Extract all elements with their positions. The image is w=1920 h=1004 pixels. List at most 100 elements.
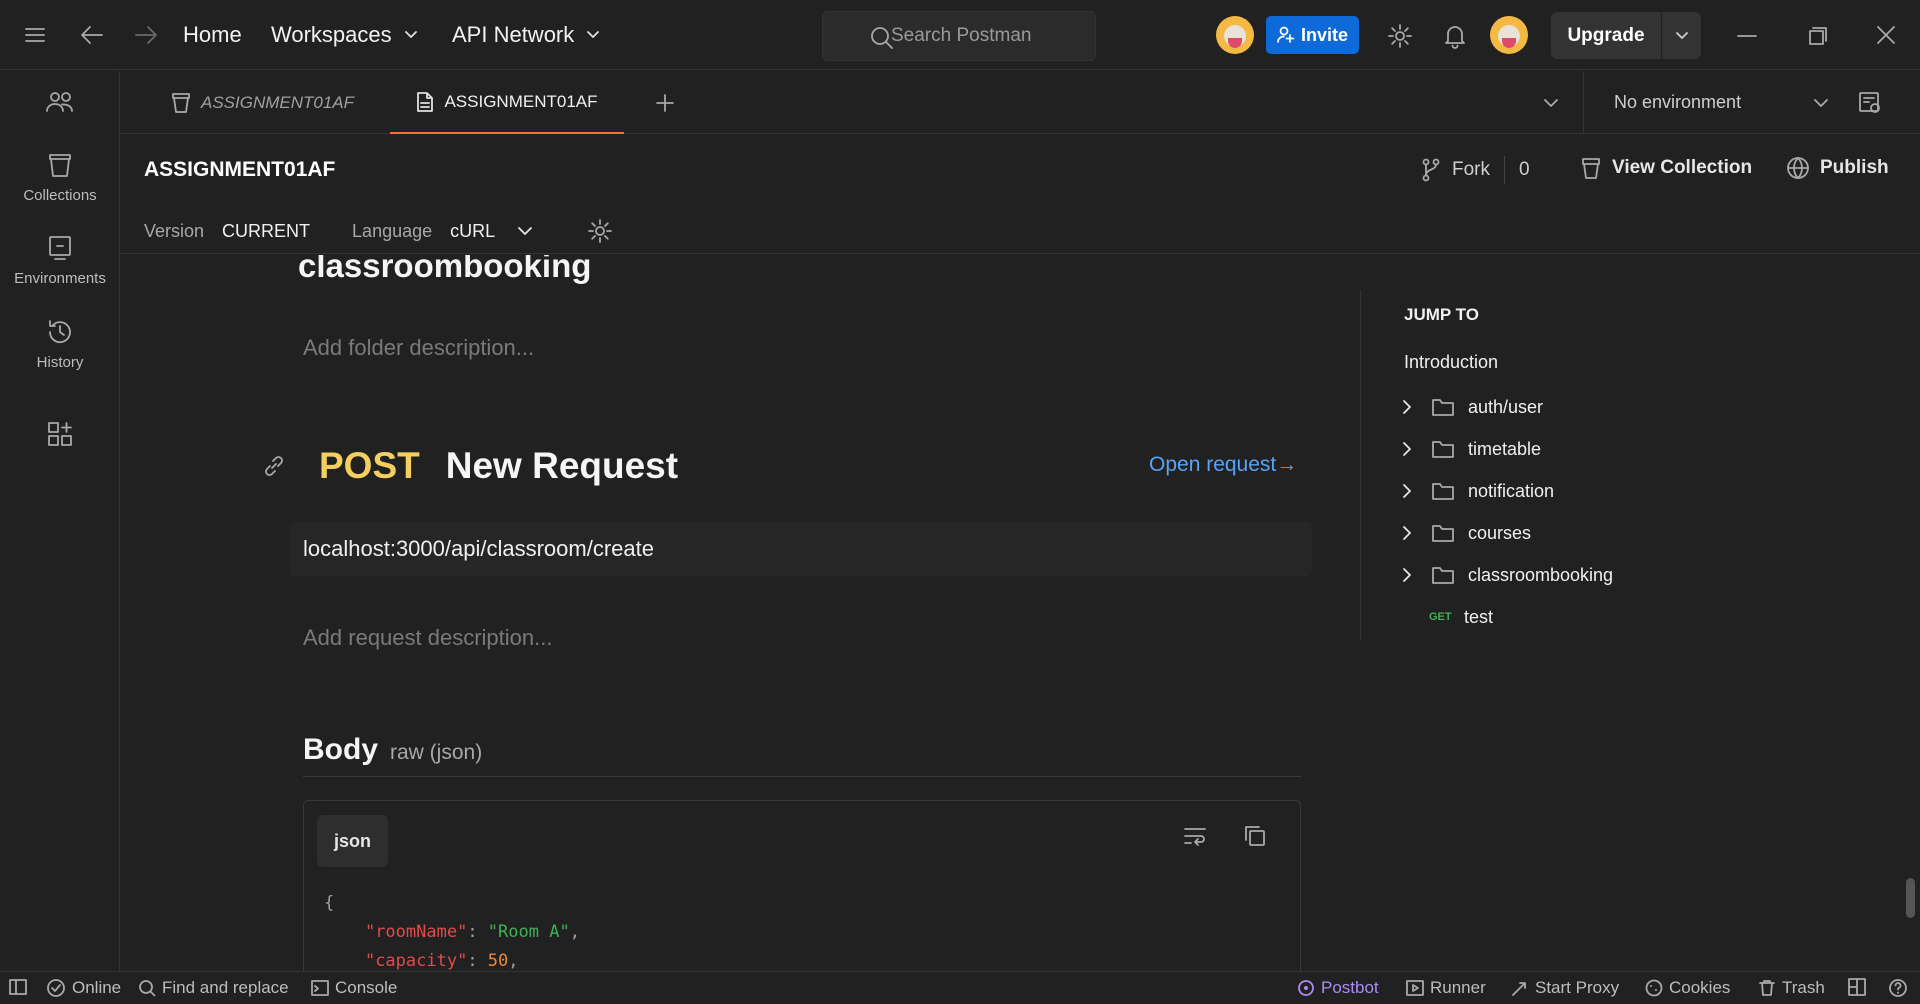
proxy-icon xyxy=(1512,982,1526,996)
close-icon[interactable] xyxy=(1876,25,1896,45)
settings-gear-icon[interactable] xyxy=(587,218,613,244)
chevron-down-icon xyxy=(404,31,417,38)
wrap-lines-icon[interactable] xyxy=(1182,824,1208,848)
fork-button[interactable]: Fork 0 xyxy=(1420,156,1530,184)
online-status[interactable]: Online xyxy=(46,978,121,998)
copy-icon[interactable] xyxy=(1243,824,1267,848)
sidebar-item-configure[interactable] xyxy=(0,421,120,455)
start-proxy-button[interactable]: Start Proxy xyxy=(1511,978,1619,998)
menu-icon[interactable] xyxy=(24,24,46,46)
find-replace-button[interactable]: Find and replace xyxy=(138,978,289,998)
history-icon xyxy=(49,320,71,344)
back-arrow-icon[interactable] xyxy=(80,24,104,46)
trash-label: Trash xyxy=(1782,978,1825,997)
chevron-right-icon[interactable] xyxy=(1395,441,1419,457)
toggle-sidebar-icon[interactable] xyxy=(8,978,28,996)
minimize-icon[interactable] xyxy=(1737,34,1757,38)
settings-gear-icon[interactable] xyxy=(1387,23,1413,49)
jump-to-folder[interactable]: courses xyxy=(1395,518,1531,548)
link-icon[interactable] xyxy=(261,453,287,479)
collections-icon xyxy=(49,154,71,177)
layout-toggle-icon[interactable] xyxy=(1848,978,1866,996)
invite-label: Invite xyxy=(1300,24,1348,45)
jump-to-folder[interactable]: classroombooking xyxy=(1395,560,1613,590)
chevron-right-icon[interactable] xyxy=(1395,525,1419,541)
chevron-down-icon xyxy=(1544,98,1558,107)
doc-header: ASSIGNMENT01AF Fork 0 View Collection Pu… xyxy=(121,134,1920,254)
console-button[interactable]: Console xyxy=(311,978,397,998)
new-tab-button[interactable] xyxy=(655,71,675,134)
environments-icon xyxy=(49,236,71,260)
view-collection-button[interactable]: View Collection xyxy=(1580,156,1752,180)
api-network-menu[interactable]: API Network xyxy=(452,22,600,48)
open-request-link[interactable]: Open request→ xyxy=(1149,453,1297,477)
postbot-button[interactable]: Postbot xyxy=(1297,978,1379,998)
divider xyxy=(303,776,1301,777)
language-select[interactable]: cURL xyxy=(450,221,495,242)
runner-button[interactable]: Runner xyxy=(1406,978,1486,998)
tab-doc[interactable]: ASSIGNMENT01AF xyxy=(390,71,624,134)
jump-to-request[interactable]: GET test xyxy=(1429,602,1493,632)
help-icon[interactable] xyxy=(1888,978,1908,998)
chevron-right-icon[interactable] xyxy=(1395,399,1419,415)
jump-to-introduction[interactable]: Introduction xyxy=(1404,352,1498,373)
trash-button[interactable]: Trash xyxy=(1758,978,1825,998)
tab-list-dropdown[interactable] xyxy=(1543,71,1559,134)
restore-icon[interactable] xyxy=(1808,26,1828,46)
request-name: New Request xyxy=(445,445,679,486)
tab-label: ASSIGNMENT01AF xyxy=(444,91,598,111)
sidebar-item-label: History xyxy=(36,354,84,371)
check-circle-icon xyxy=(47,979,65,997)
invite-button[interactable]: Invite xyxy=(1266,16,1359,54)
fork-count: 0 xyxy=(1519,159,1530,180)
environment-value: No environment xyxy=(1614,92,1742,112)
chevron-right-icon[interactable] xyxy=(1395,483,1419,499)
sidebar-item-history[interactable]: History xyxy=(0,318,120,371)
cookies-label: Cookies xyxy=(1669,978,1731,997)
environment-quick-look-icon[interactable] xyxy=(1858,71,1882,134)
team-icon xyxy=(46,92,73,112)
search-placeholder: Search Postman xyxy=(891,25,1032,46)
sidebar-item-team[interactable] xyxy=(0,89,120,123)
trash-icon xyxy=(1759,980,1775,996)
folder-label: classroombooking xyxy=(1468,564,1614,585)
jump-to-folder[interactable]: auth/user xyxy=(1395,392,1543,422)
workspaces-menu[interactable]: Workspaces xyxy=(271,22,418,48)
code-block: json { "roomName": "Room A", "capacity":… xyxy=(303,800,1301,971)
environment-select[interactable]: No environment xyxy=(1583,71,1851,134)
search-input[interactable]: Search Postman xyxy=(822,11,1096,61)
request-description-input[interactable]: Add request description... xyxy=(303,625,552,651)
sidebar-item-label: Collections xyxy=(23,187,97,204)
code-language-badge: json xyxy=(317,815,388,867)
sidebar: Collections Environments History xyxy=(0,71,120,971)
api-network-label: API Network xyxy=(452,22,575,47)
cookies-button[interactable]: Cookies xyxy=(1645,978,1730,998)
jump-to-folder[interactable]: timetable xyxy=(1395,434,1541,464)
scrollbar-thumb[interactable] xyxy=(1906,878,1915,918)
upgrade-label: Upgrade xyxy=(1567,24,1645,46)
chevron-down-icon[interactable] xyxy=(517,226,533,236)
folder-title: classroombooking xyxy=(298,255,592,284)
team-avatar[interactable] xyxy=(1216,16,1254,54)
code-text: { "roomName": "Room A", "capacity": 50, xyxy=(324,893,580,971)
runner-icon xyxy=(1406,980,1424,996)
upgrade-button[interactable]: Upgrade xyxy=(1551,12,1701,59)
chevron-right-icon[interactable] xyxy=(1395,567,1419,583)
jump-to-folder[interactable]: notification xyxy=(1395,476,1554,506)
doc-content: classroombooking Add folder description.… xyxy=(121,255,1361,971)
body-type: raw (json) xyxy=(390,741,483,764)
tab-collection[interactable]: ASSIGNMENT01AF xyxy=(159,71,366,134)
postbot-label: Postbot xyxy=(1321,978,1379,997)
sidebar-item-collections[interactable]: Collections xyxy=(0,151,120,204)
chevron-down-icon[interactable] xyxy=(1662,31,1701,41)
forward-arrow-icon[interactable] xyxy=(134,24,158,46)
publish-button[interactable]: Publish xyxy=(1786,156,1889,180)
user-avatar[interactable] xyxy=(1490,16,1528,54)
online-label: Online xyxy=(72,978,122,997)
version-select[interactable]: CURRENT xyxy=(222,221,310,242)
bell-icon[interactable] xyxy=(1443,23,1467,49)
grid-add-icon xyxy=(48,422,72,446)
sidebar-item-environments[interactable]: Environments xyxy=(0,234,120,287)
home-nav[interactable]: Home xyxy=(183,22,242,48)
folder-description-input[interactable]: Add folder description... xyxy=(303,335,534,361)
